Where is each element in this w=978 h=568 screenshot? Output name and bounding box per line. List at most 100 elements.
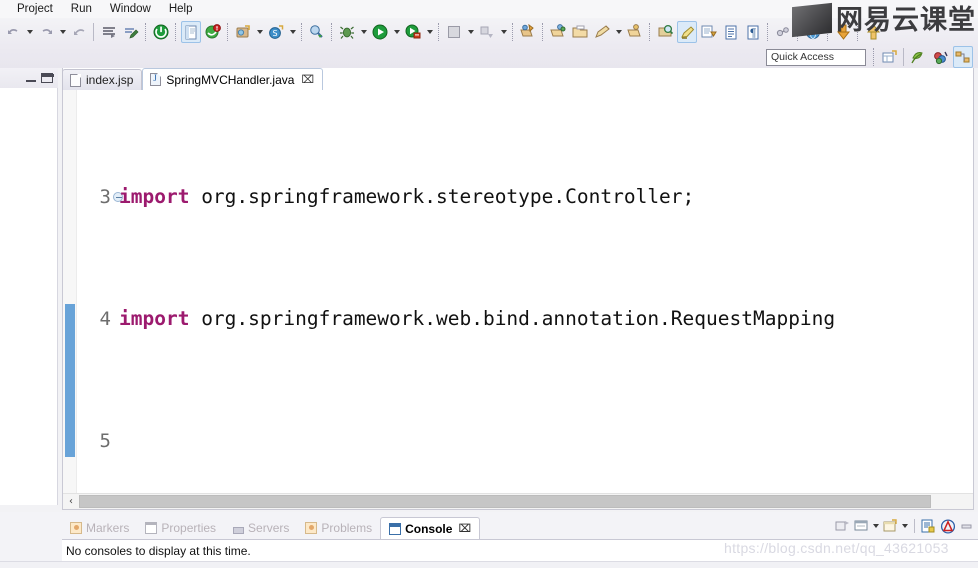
editor-tab-bar: index.jsp SpringMVCHandler.java ⌧: [62, 68, 978, 90]
new-class-icon[interactable]: S: [266, 21, 286, 43]
step-dropdown-arrow[interactable]: [498, 21, 509, 43]
menu-item-run[interactable]: Run: [62, 2, 101, 16]
bottom-tab-properties[interactable]: Properties: [137, 519, 224, 537]
display-selected-console-icon[interactable]: [853, 518, 870, 535]
bottom-tab-problems[interactable]: Problems: [297, 519, 380, 537]
minimize-icon[interactable]: [958, 518, 975, 535]
open-type-icon[interactable]: [518, 21, 538, 43]
code-editor[interactable]: 3 import org.springframework.stereotype.…: [63, 90, 973, 493]
bottom-tab-markers[interactable]: Markers: [62, 519, 137, 537]
console-message: No consoles to display at this time.: [66, 544, 251, 558]
properties-icon: [145, 522, 158, 534]
display-console-dropdown-arrow[interactable]: [871, 518, 881, 535]
paragraph-icon[interactable]: ¶: [743, 21, 763, 43]
new-class-dropdown-arrow[interactable]: [287, 21, 298, 43]
java-ee-perspective-icon[interactable]: [909, 46, 929, 68]
editor-tab-springmvchandler-java[interactable]: SpringMVCHandler.java ⌧: [142, 68, 324, 90]
menu-item-project[interactable]: Project: [8, 2, 62, 16]
eclipse-ide-window: Project Run Window Help S ¶ 网易云课堂 Quick …: [0, 0, 978, 568]
power-on-icon[interactable]: [151, 21, 171, 43]
java-perspective-icon[interactable]: [953, 46, 973, 68]
new-jsp-icon[interactable]: [181, 21, 201, 43]
open-resource-icon[interactable]: [548, 21, 568, 43]
code-line-4[interactable]: 4 import org.springframework.web.bind.an…: [63, 304, 973, 335]
menu-item-window[interactable]: Window: [101, 2, 160, 16]
toolbar-separator: [301, 23, 303, 41]
open-console-dropdown-arrow[interactable]: [900, 518, 910, 535]
line-number: 3: [99, 185, 111, 208]
link-icon[interactable]: [773, 21, 793, 43]
undo-icon[interactable]: [3, 21, 23, 43]
menu-bar: Project Run Window Help: [0, 0, 978, 18]
bottom-tab-servers[interactable]: Servers: [224, 519, 297, 537]
stop-dropdown-arrow[interactable]: [465, 21, 476, 43]
run-server-dropdown-arrow[interactable]: [424, 21, 435, 43]
quick-access-input[interactable]: Quick Access: [766, 48, 866, 66]
editor-horizontal-scrollbar[interactable]: ‹: [63, 493, 973, 509]
run-server-icon[interactable]: [403, 21, 423, 43]
open-task-icon[interactable]: [625, 21, 645, 43]
new-package-icon[interactable]: [233, 21, 253, 43]
toolbar-separator: [512, 23, 514, 41]
close-icon[interactable]: ⌧: [458, 522, 471, 535]
jsp-file-icon: [70, 73, 81, 87]
upload-icon[interactable]: [863, 21, 883, 43]
outline-icon[interactable]: [721, 21, 741, 43]
menu-item-help[interactable]: Help: [160, 2, 202, 16]
redo-dropdown-arrow[interactable]: [57, 21, 68, 43]
open-console-icon[interactable]: [882, 518, 899, 535]
debug-perspective-icon[interactable]: [931, 46, 951, 68]
code-keyword: import: [119, 306, 190, 330]
stop-icon[interactable]: [444, 21, 464, 43]
toolbar-separator: [542, 23, 544, 41]
run-icon[interactable]: [370, 21, 390, 43]
console-toolbar: [833, 516, 976, 536]
undo-dropdown-arrow[interactable]: [24, 21, 35, 43]
new-window-icon[interactable]: [879, 46, 899, 68]
code-line-5[interactable]: 5: [63, 426, 973, 457]
maximize-icon[interactable]: [41, 73, 54, 83]
highlight-icon[interactable]: [677, 21, 697, 43]
debug-icon[interactable]: [337, 21, 357, 43]
download-icon[interactable]: [833, 21, 853, 43]
edit-dropdown-arrow[interactable]: [613, 21, 624, 43]
search-ref-icon[interactable]: [655, 21, 675, 43]
scroll-left-button[interactable]: ‹: [63, 494, 79, 509]
main-toolbar: S ¶: [0, 18, 978, 46]
pin-console-icon[interactable]: [920, 518, 937, 535]
quick-access-bar: Quick Access: [0, 46, 978, 68]
editor-tab-index-jsp[interactable]: index.jsp: [62, 69, 143, 90]
clear-console-icon[interactable]: [834, 518, 851, 535]
web-browser-icon[interactable]: [803, 21, 823, 43]
scroll-lock-icon[interactable]: [939, 518, 956, 535]
code-line-3[interactable]: 3 import org.springframework.stereotype.…: [63, 182, 973, 213]
code-body: org.springframework.stereotype.Controlle…: [189, 184, 695, 208]
status-bar: [0, 561, 978, 568]
format-icon[interactable]: [99, 21, 119, 43]
edit-icon[interactable]: [592, 21, 612, 43]
step-icon[interactable]: [477, 21, 497, 43]
bottom-tab-console[interactable]: Console ⌧: [380, 517, 481, 539]
run-dropdown-arrow[interactable]: [391, 21, 402, 43]
editor-tab-label: index.jsp: [86, 73, 134, 87]
minimize-icon[interactable]: [26, 74, 36, 82]
toolbar-separator: [227, 23, 229, 41]
close-icon[interactable]: ⌧: [301, 73, 314, 86]
open-folder-icon[interactable]: [570, 21, 590, 43]
scrollbar-thumb[interactable]: [79, 495, 931, 508]
toolbar-separator: [331, 23, 333, 41]
next-annotation-icon[interactable]: [699, 21, 719, 43]
search-icon[interactable]: [307, 21, 327, 43]
error-marker-icon[interactable]: [203, 21, 223, 43]
back-icon[interactable]: [69, 21, 89, 43]
toolbar-separator: [903, 48, 905, 66]
redo-icon[interactable]: [36, 21, 56, 43]
code-keyword: import: [119, 184, 190, 208]
new-package-dropdown-arrow[interactable]: [254, 21, 265, 43]
toolbar-separator: [649, 23, 651, 41]
publish-icon[interactable]: [121, 21, 141, 43]
left-panel-titlebar: [0, 68, 58, 88]
java-file-icon: [150, 73, 162, 86]
debug-dropdown-arrow[interactable]: [358, 21, 369, 43]
toolbar-separator: [797, 23, 799, 41]
